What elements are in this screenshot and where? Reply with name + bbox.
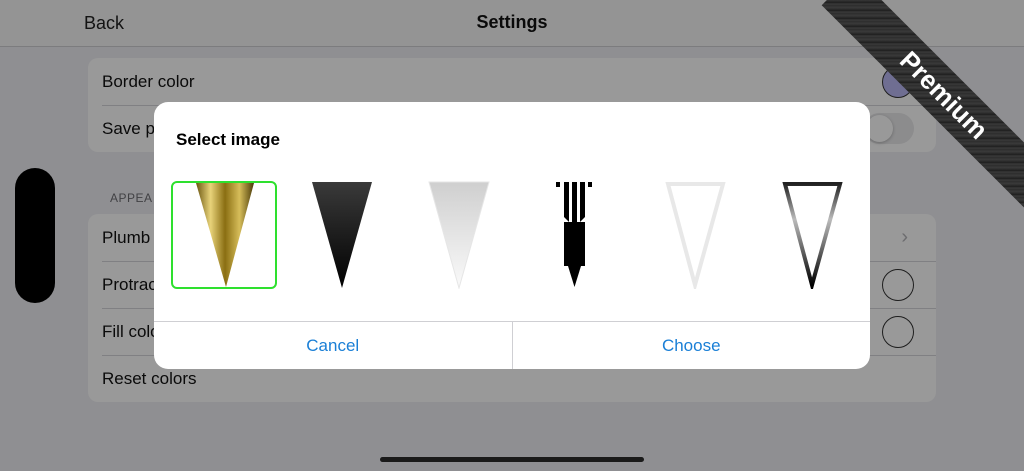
dialog-title: Select image xyxy=(176,130,280,149)
home-indicator[interactable] xyxy=(380,457,644,462)
black-outline-triangle-icon xyxy=(782,182,843,289)
pen-nib-icon xyxy=(556,182,592,287)
choose-button[interactable]: Choose xyxy=(511,322,871,369)
white-triangle-icon xyxy=(428,181,490,289)
image-option-black-outline[interactable] xyxy=(760,181,866,289)
image-option-gold-cone[interactable] xyxy=(171,181,277,289)
image-option-white-gradient[interactable] xyxy=(407,181,513,289)
image-option-white-outline[interactable] xyxy=(643,181,749,289)
image-option-black-gradient[interactable] xyxy=(290,181,396,289)
select-image-dialog: Select image Cancel Choose xyxy=(154,102,870,369)
gold-cone-icon xyxy=(196,183,254,287)
image-option-pen-nib[interactable] xyxy=(525,181,631,289)
image-options xyxy=(154,181,870,289)
white-outline-triangle-icon xyxy=(665,182,726,289)
dialog-actions: Cancel Choose xyxy=(154,321,870,369)
black-triangle-icon xyxy=(312,182,372,288)
cancel-button[interactable]: Cancel xyxy=(154,322,512,369)
